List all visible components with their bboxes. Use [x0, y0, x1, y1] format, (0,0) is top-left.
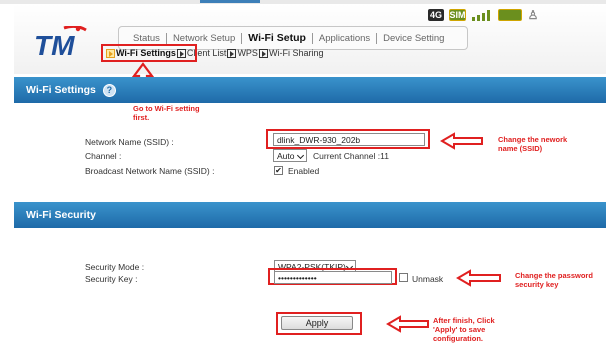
tm-logo: TM [34, 26, 87, 58]
broadcast-checkbox[interactable]: ✔ [274, 166, 283, 175]
tab-network-setup[interactable]: Network Setup [167, 33, 241, 44]
sim-icon: SIM [449, 9, 466, 21]
tab-status[interactable]: Status [127, 33, 166, 44]
channel-label: Channel : [85, 151, 122, 161]
4g-icon: 4G [428, 9, 444, 21]
section-title: Wi-Fi Security [26, 209, 96, 221]
note-go-to-wifi: Go to Wi-Fi setting first. [133, 104, 200, 122]
battery-icon [498, 9, 522, 21]
apply-button[interactable]: Apply [281, 316, 353, 330]
security-key-input[interactable]: ••••••••••••• [274, 271, 392, 284]
note-change-password: Change the password security key [515, 271, 593, 289]
note-change-ssid: Change the nework name (SSID) [498, 135, 568, 153]
signal-icon [471, 9, 493, 21]
note-after-finish: After finish, Click 'Apply' to save conf… [433, 316, 495, 343]
logo-text: TM [34, 30, 75, 58]
wifi-settings-header: Wi-Fi Settings ? [14, 77, 606, 103]
unmask-checkbox[interactable] [399, 273, 408, 282]
left-arrow-annotation [386, 315, 429, 333]
chevron-right-icon [227, 48, 237, 58]
status-icons: 4G SIM ♙ [428, 8, 539, 22]
chevron-down-icon [296, 151, 305, 160]
wifi-security-header: Wi-Fi Security [14, 202, 606, 228]
security-mode-label: Security Mode : [85, 262, 145, 272]
channel-select[interactable]: Auto [273, 149, 307, 162]
network-name-label: Network Name (SSID) : [85, 137, 174, 147]
left-arrow-annotation [440, 132, 483, 150]
ssid-input[interactable]: dlink_DWR-930_202b [273, 133, 425, 146]
chevron-right-icon [258, 48, 268, 58]
section-title: Wi-Fi Settings [26, 84, 96, 96]
current-channel: Current Channel :11 [313, 151, 389, 161]
left-arrow-annotation [456, 269, 501, 287]
subnav-wifi-sharing[interactable]: Wi-Fi Sharing [269, 48, 324, 58]
help-icon[interactable]: ? [102, 83, 116, 97]
broadcast-value: Enabled [288, 166, 320, 176]
header: TM 4G SIM ♙ Status Network Setup Wi-Fi S… [14, 4, 606, 74]
unmask-label: Unmask [412, 274, 444, 284]
tab-device-setting[interactable]: Device Setting [377, 33, 450, 44]
tab-wifi-setup[interactable]: Wi-Fi Setup [242, 32, 312, 44]
user-icon: ♙ [527, 8, 539, 22]
broadcast-label: Broadcast Network Name (SSID) : [85, 166, 215, 176]
subnav-wps[interactable]: WPS [237, 48, 258, 58]
highlight-wifi-settings [101, 44, 197, 62]
security-key-label: Security Key : [85, 274, 138, 284]
tab-applications[interactable]: Applications [313, 33, 376, 44]
